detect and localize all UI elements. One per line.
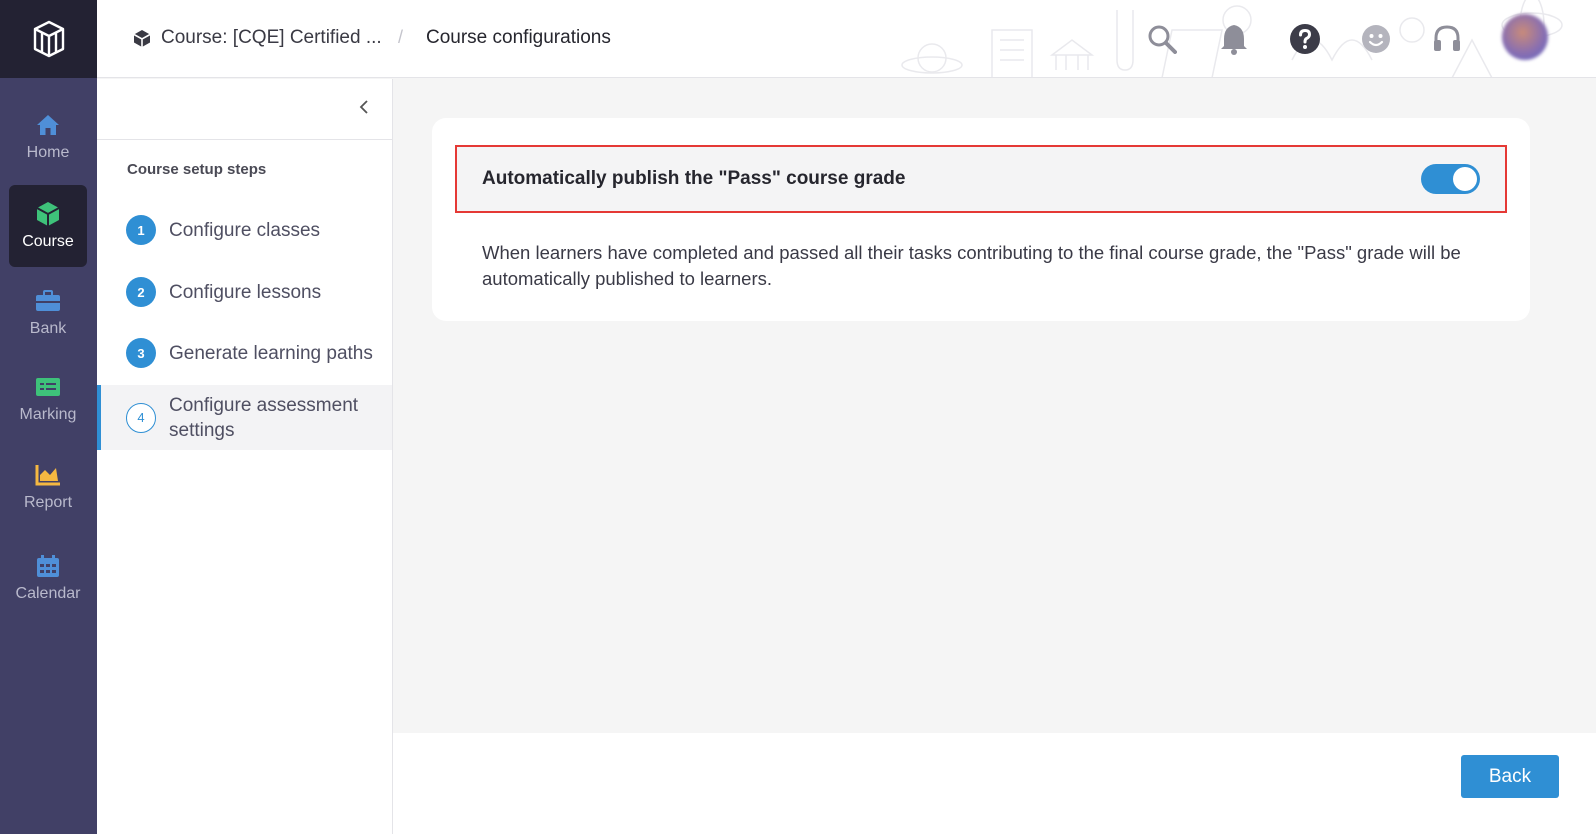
nav-label-marking: Marking	[19, 406, 77, 423]
briefcase-icon	[35, 288, 61, 314]
feedback-button[interactable]	[1359, 22, 1393, 56]
breadcrumb-separator: /	[398, 27, 404, 47]
left-nav: Home Course Bank Marking Report Calendar	[0, 0, 97, 834]
back-button[interactable]: Back	[1461, 755, 1559, 798]
step-configure-classes[interactable]: 1 Configure classes	[97, 215, 392, 245]
step-configure-assessment-settings[interactable]: 4 Configure assessment settings	[97, 385, 392, 450]
step-number: 2	[126, 277, 156, 307]
collapse-panel-button[interactable]	[354, 97, 374, 117]
bell-icon	[1221, 25, 1247, 55]
home-icon	[35, 112, 61, 138]
nav-course[interactable]: Course	[9, 185, 87, 267]
setup-steps-panel: Course setup steps 1 Configure classes 2…	[97, 79, 393, 834]
setting-description: When learners have completed and passed …	[482, 242, 1461, 289]
search-icon	[1148, 25, 1177, 54]
toggle-knob	[1453, 167, 1477, 191]
nav-marking[interactable]: Marking	[9, 358, 87, 440]
footer-bar	[393, 733, 1596, 834]
chart-icon	[35, 462, 61, 488]
notifications-button[interactable]	[1217, 22, 1251, 56]
help-icon	[1290, 24, 1320, 54]
nav-label-calendar: Calendar	[15, 585, 81, 602]
auto-publish-toggle[interactable]	[1421, 164, 1480, 194]
top-bar: Course: [CQE] Certified ... / Course con…	[97, 0, 1596, 78]
step-label: Configure classes	[169, 219, 321, 241]
help-button[interactable]	[1288, 22, 1322, 56]
step-label: Configure assessment settings	[169, 394, 359, 441]
logo-icon	[33, 20, 64, 58]
list-icon	[35, 374, 61, 400]
nav-bank[interactable]: Bank	[9, 272, 87, 354]
nav-label-home: Home	[26, 144, 70, 161]
support-button[interactable]	[1430, 22, 1464, 56]
nav-label-course: Course	[22, 233, 74, 250]
step-label: Generate learning paths	[169, 342, 373, 364]
breadcrumb-course[interactable]: Course: [CQE] Certified ...	[133, 27, 382, 49]
divider	[97, 139, 392, 140]
chevron-left-icon	[359, 100, 368, 114]
auto-publish-setting-row: Automatically publish the "Pass" course …	[455, 145, 1507, 213]
app-logo[interactable]	[0, 0, 97, 78]
breadcrumb-current: Course configurations	[426, 27, 611, 48]
cube-icon	[35, 201, 61, 227]
nav-label-report: Report	[23, 494, 73, 511]
headset-icon	[1434, 25, 1460, 51]
nav-label-bank: Bank	[29, 320, 67, 337]
breadcrumb-course-label: Course: [CQE] Certified ...	[161, 27, 382, 48]
nav-calendar[interactable]: Calendar	[9, 537, 87, 619]
step-configure-lessons[interactable]: 2 Configure lessons	[97, 277, 392, 307]
step-number: 4	[126, 402, 156, 433]
cube-icon	[133, 29, 151, 47]
step-number: 3	[126, 338, 156, 368]
smiley-icon	[1362, 25, 1390, 53]
nav-home[interactable]: Home	[9, 96, 87, 178]
setting-label: Automatically publish the "Pass" course …	[482, 168, 906, 189]
steps-title: Course setup steps	[127, 161, 267, 178]
step-generate-learning-paths[interactable]: 3 Generate learning paths	[97, 338, 392, 368]
step-number: 1	[126, 215, 156, 245]
search-button[interactable]	[1145, 22, 1179, 56]
nav-report[interactable]: Report	[9, 446, 87, 528]
user-avatar[interactable]	[1502, 14, 1548, 60]
calendar-icon	[35, 553, 61, 579]
step-label: Configure lessons	[169, 281, 322, 303]
